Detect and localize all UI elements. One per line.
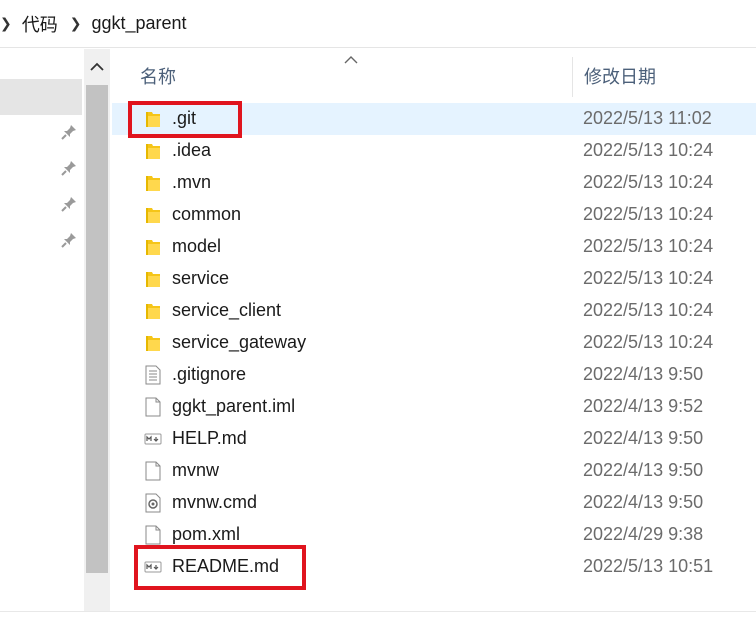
file-name: .idea bbox=[172, 140, 212, 160]
folder-icon bbox=[144, 301, 162, 321]
file-list: .git 2022/5/13 11:02 .idea 2022/5/13 10:24.… bbox=[112, 103, 756, 583]
file-name: service bbox=[172, 268, 230, 288]
file-name: service_client bbox=[172, 300, 282, 320]
file-date-modified: 2022/4/29 9:38 bbox=[583, 524, 704, 544]
file-name: pom.xml bbox=[172, 524, 241, 544]
blank-file-icon bbox=[144, 525, 162, 545]
file-row[interactable]: .mvn 2022/5/13 10:24 bbox=[112, 167, 756, 199]
folder-icon bbox=[144, 141, 162, 161]
file-date-modified: 2022/4/13 9:50 bbox=[583, 492, 704, 512]
file-name: HELP.md bbox=[172, 428, 247, 448]
status-strip bbox=[0, 611, 756, 622]
markdown-file-icon bbox=[144, 429, 162, 449]
breadcrumb-chevron-icon[interactable]: ❯ bbox=[58, 15, 92, 32]
folder-icon bbox=[144, 333, 162, 353]
text-file-icon bbox=[144, 365, 162, 385]
scrollbar-thumb[interactable] bbox=[86, 85, 108, 573]
column-header-date-modified[interactable]: 修改日期 bbox=[584, 63, 656, 89]
nav-scrollbar[interactable] bbox=[84, 49, 110, 611]
file-name: model bbox=[172, 236, 222, 256]
blank-file-icon bbox=[144, 397, 162, 417]
file-date-modified: 2022/5/13 10:51 bbox=[583, 556, 714, 576]
folder-icon bbox=[144, 173, 162, 193]
breadcrumb-chevron-icon[interactable]: ❯ bbox=[0, 15, 22, 32]
column-divider[interactable] bbox=[572, 57, 573, 97]
file-row[interactable]: HELP.md 2022/4/13 9:50 bbox=[112, 423, 756, 455]
folder-icon bbox=[144, 269, 162, 289]
file-name: mvnw bbox=[172, 460, 220, 480]
highlight-box-git bbox=[128, 101, 242, 138]
file-date-modified: 2022/4/13 9:50 bbox=[583, 460, 704, 480]
file-date-modified: 2022/5/13 10:24 bbox=[583, 140, 714, 160]
blank-file-icon bbox=[144, 461, 162, 481]
pin-icon bbox=[60, 159, 78, 177]
folder-icon bbox=[144, 237, 162, 257]
file-row[interactable]: mvnw.cmd 2022/4/13 9:50 bbox=[112, 487, 756, 519]
address-breadcrumb: ❯ 代码 ❯ ggkt_parent bbox=[0, 0, 756, 48]
pin-icon bbox=[60, 123, 78, 141]
file-row[interactable]: mvnw 2022/4/13 9:50 bbox=[112, 455, 756, 487]
file-date-modified: 2022/4/13 9:50 bbox=[583, 364, 704, 384]
file-name: common bbox=[172, 204, 242, 224]
file-date-modified: 2022/5/13 10:24 bbox=[583, 172, 714, 192]
file-row[interactable]: service_gateway 2022/5/13 10:24 bbox=[112, 327, 756, 359]
file-row[interactable]: .idea 2022/5/13 10:24 bbox=[112, 135, 756, 167]
file-row[interactable]: ggkt_parent.iml 2022/4/13 9:52 bbox=[112, 391, 756, 423]
file-row[interactable]: model 2022/5/13 10:24 bbox=[112, 231, 756, 263]
file-date-modified: 2022/4/13 9:50 bbox=[583, 428, 704, 448]
file-date-modified: 2022/4/13 9:52 bbox=[583, 396, 704, 416]
file-row[interactable]: service_client 2022/5/13 10:24 bbox=[112, 295, 756, 327]
file-date-modified: 2022/5/13 10:24 bbox=[583, 332, 714, 352]
file-date-modified: 2022/5/13 10:24 bbox=[583, 204, 714, 224]
column-header-row: 名称 修改日期 bbox=[112, 49, 756, 101]
file-row[interactable]: .gitignore 2022/4/13 9:50 bbox=[112, 359, 756, 391]
sort-ascending-icon bbox=[344, 51, 358, 67]
file-name: service_gateway bbox=[172, 332, 307, 352]
navigation-pane bbox=[0, 49, 112, 611]
file-row[interactable]: service 2022/5/13 10:24 bbox=[112, 263, 756, 295]
file-date-modified: 2022/5/13 11:02 bbox=[583, 108, 712, 128]
file-name: ggkt_parent.iml bbox=[172, 396, 296, 416]
nav-selected-item[interactable] bbox=[0, 79, 82, 115]
breadcrumb-item-ggkt-parent[interactable]: ggkt_parent bbox=[91, 13, 186, 34]
file-name: .gitignore bbox=[172, 364, 247, 384]
pin-icon bbox=[60, 231, 78, 249]
file-name: .mvn bbox=[172, 172, 212, 192]
breadcrumb-item-code[interactable]: 代码 bbox=[22, 11, 58, 37]
file-row[interactable]: common 2022/5/13 10:24 bbox=[112, 199, 756, 231]
scroll-up-icon[interactable] bbox=[84, 49, 110, 85]
column-header-name[interactable]: 名称 bbox=[140, 63, 176, 89]
highlight-box-readme bbox=[134, 545, 306, 590]
folder-icon bbox=[144, 205, 162, 225]
file-date-modified: 2022/5/13 10:24 bbox=[583, 268, 714, 288]
cmd-file-icon bbox=[144, 493, 162, 513]
pin-icon bbox=[60, 195, 78, 213]
file-date-modified: 2022/5/13 10:24 bbox=[583, 300, 714, 320]
file-date-modified: 2022/5/13 10:24 bbox=[583, 236, 714, 256]
file-name: mvnw.cmd bbox=[172, 492, 258, 512]
